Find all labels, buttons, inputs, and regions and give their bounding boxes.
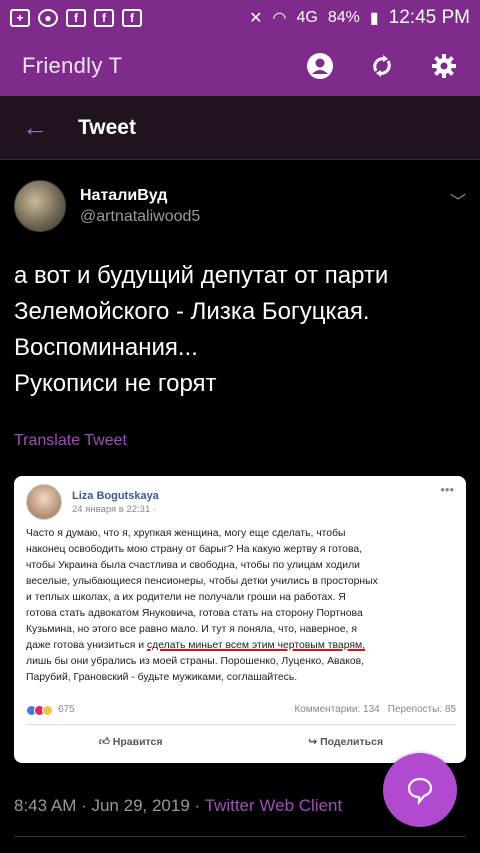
post-line-start: даже готова унизиться и [26,640,147,651]
post-line: даже готова унизиться и сделать миньет в… [26,638,456,654]
post-body: Часто я думаю, что я, хрупкая женщина, м… [26,526,456,686]
speech-bubble-icon [407,777,433,805]
haha-reaction-icon [42,704,53,716]
post-date: 24 января в 22:31 · [72,503,157,515]
wifi-icon: ◠ [272,10,287,27]
post-line: чтобы Украина была счастлива и свободна,… [26,560,360,571]
battery-label: 84% [327,9,360,26]
refresh-icon[interactable] [368,52,396,80]
reactions-row: 675 Комментарии: 134 Перепосты: 85 [26,702,456,718]
post-avatar [26,484,62,520]
app-bar: Friendly T [0,36,480,96]
display-name[interactable]: НаталиВуд [80,187,200,205]
client-link[interactable]: Twitter Web Client [205,796,343,815]
account-icon[interactable] [306,52,334,80]
reactions-count: 675 [58,704,75,715]
post-line: готова стать адвокатом Януковича, готова… [26,608,363,619]
battery-icon: ▮ [369,10,379,27]
status-bar: + ● f f f ✕ ◠ 4G 84% ▮ 12:45 PM [0,0,480,36]
share-label: Поделиться [320,736,384,748]
post-line: Часто я думаю, что я, хрупкая женщина, м… [26,528,346,539]
tweet-meta: 8:43 AM · Jun 29, 2019 · Twitter Web Cli… [14,796,342,816]
user-handle[interactable]: @artnataliwood5 [80,208,200,226]
post-line: лишь бы они убрались из моей страны. Пор… [26,656,365,667]
app-title: Friendly T [22,53,123,78]
post-line: Кузьмина, но этого все равно мало. И тут… [26,624,357,635]
clock: 12:45 PM [388,7,470,28]
chrome-icon: ● [38,9,58,27]
post-line: веселые, улыбающиеся пенсионеры, чтобы д… [26,576,378,587]
divider [14,836,466,837]
thumbs-up-icon: 👍︎ [98,736,113,748]
comments-count: Комментарии: 134 [294,704,380,715]
facebook-icon: f [94,9,114,27]
back-arrow-icon[interactable]: ← [22,112,62,143]
divider [26,724,456,725]
like-button: 👍︎ Нравится [99,734,163,750]
network-label: 4G [296,9,318,26]
chevron-down-icon[interactable]: ﹀ [450,188,466,212]
page-title: Tweet [78,115,136,139]
add-icon: + [10,9,30,27]
post-line: и теплых школах, а их родители не получа… [26,592,346,603]
reply-button[interactable] [383,753,457,827]
share-button: ↪ Поделиться [308,734,383,750]
embedded-image[interactable]: Liza Bogutskaya 24 января в 22:31 · ••• … [14,476,466,763]
underlined-text: сделать миньет всем этим чертовым тварям… [146,640,366,651]
facebook-icon: f [66,9,86,27]
post-line: наконец освободить мою страну от барыг? … [26,544,363,555]
settings-icon[interactable] [430,52,458,80]
avatar[interactable] [14,180,66,232]
tweet-author[interactable]: НаталиВуд @artnataliwood5 [14,180,200,232]
tweet-timestamp: 8:43 AM · Jun 29, 2019 · [14,796,205,815]
translate-tweet-link[interactable]: Translate Tweet [14,432,127,450]
shares-count: Перепосты: 85 [387,704,456,715]
share-icon: ↪ [308,736,321,748]
tweet-header: ← Tweet [0,96,480,160]
tweet-text: а вот и будущий депутат от парти Зелемой… [14,262,389,397]
mute-icon: ✕ [249,10,263,27]
facebook-icon: f [122,9,142,27]
like-label: Нравится [112,736,163,748]
post-author: Liza Bogutskaya [72,489,159,502]
more-icon: ••• [440,482,454,497]
post-line: Парубий, Грановский - будьте мужиками, с… [26,672,298,683]
